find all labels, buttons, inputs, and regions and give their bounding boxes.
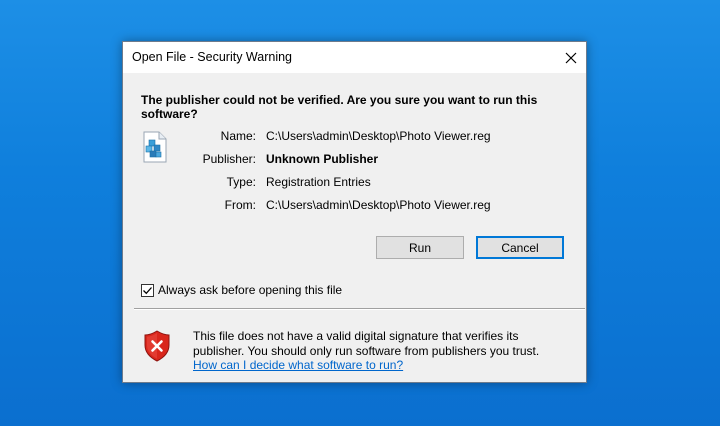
name-label: Name:: [220, 129, 256, 143]
type-value: Registration Entries: [266, 175, 371, 189]
always-ask-label: Always ask before opening this file: [158, 283, 343, 297]
type-label: Type:: [226, 175, 256, 189]
name-value: C:\Users\admin\Desktop\Photo Viewer.reg: [266, 129, 491, 143]
close-button[interactable]: [556, 42, 586, 73]
security-warning-dialog: Open File - Security Warning The publish…: [122, 41, 587, 383]
always-ask-checkbox-row[interactable]: Always ask before opening this file: [141, 283, 342, 297]
warning-footer: This file does not have a valid digital …: [123, 310, 586, 382]
checkmark-icon: [143, 286, 152, 294]
footer-message: This file does not have a valid digital …: [193, 329, 540, 358]
always-ask-checkbox[interactable]: [141, 283, 154, 297]
publisher-label: Publisher:: [202, 152, 256, 166]
help-link[interactable]: How can I decide what software to run?: [193, 358, 403, 372]
security-shield-error-icon: [143, 330, 171, 362]
window-title: Open File - Security Warning: [132, 50, 293, 64]
cancel-button[interactable]: Cancel: [476, 236, 564, 259]
from-label: From:: [224, 198, 256, 212]
close-icon: [565, 52, 577, 63]
warning-headline: The publisher could not be verified. Are…: [141, 93, 538, 121]
publisher-value: Unknown Publisher: [266, 152, 379, 166]
title-bar[interactable]: Open File - Security Warning: [123, 42, 586, 73]
desktop-background: Open File - Security Warning The publish…: [0, 0, 720, 426]
from-value: C:\Users\admin\Desktop\Photo Viewer.reg: [266, 198, 491, 212]
run-button[interactable]: Run: [376, 236, 464, 259]
